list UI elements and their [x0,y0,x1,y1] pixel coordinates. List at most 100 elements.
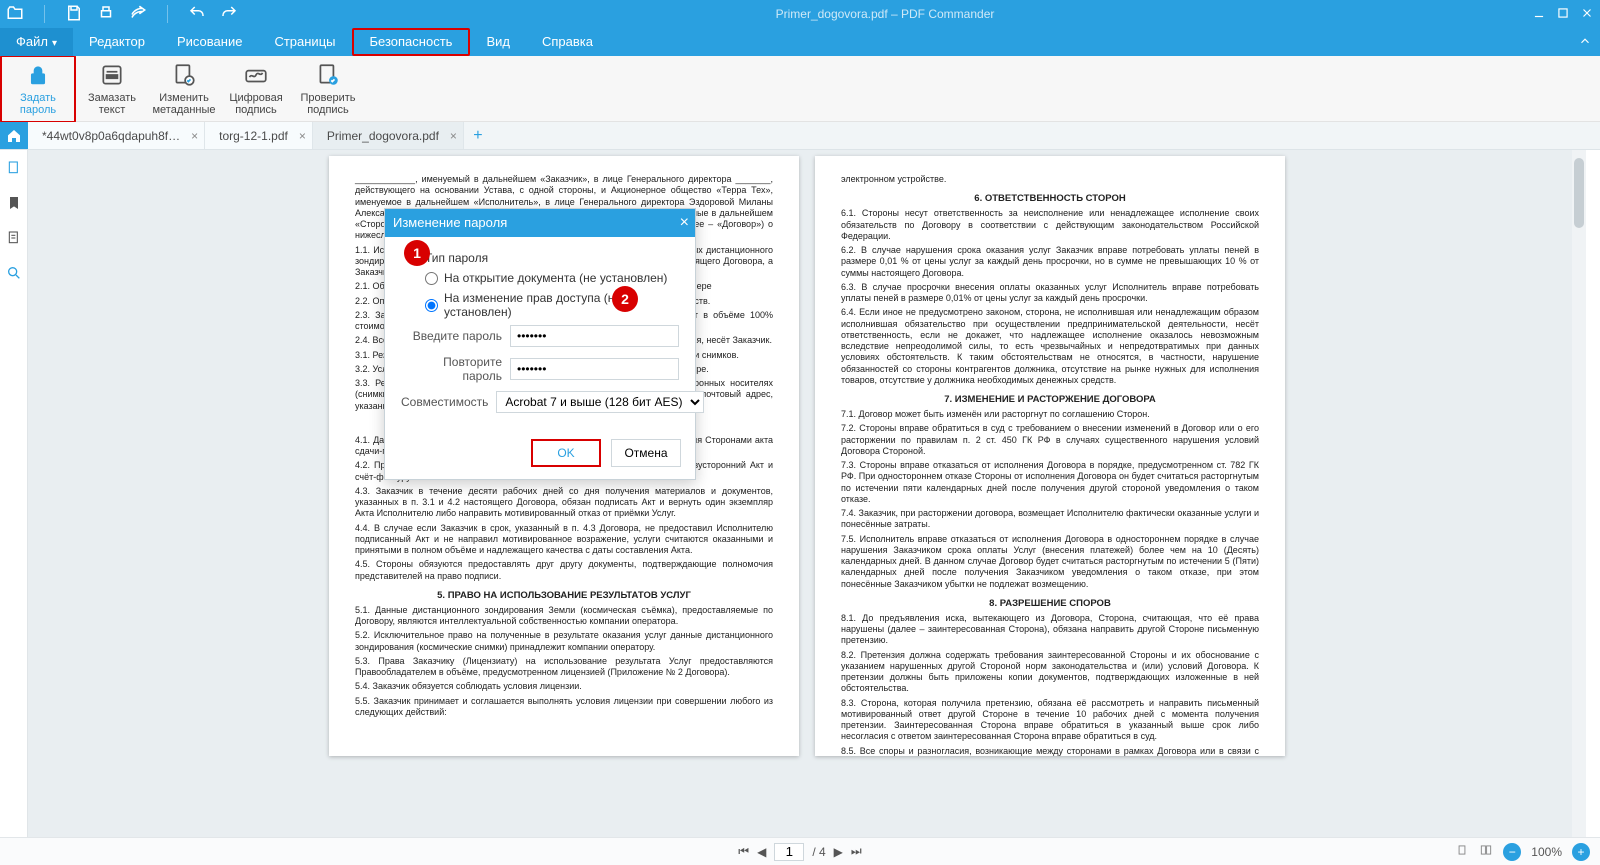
zoom-out-button[interactable]: − [1503,843,1521,861]
doc-text: 6.2. В случае нарушения срока оказания у… [841,245,1259,279]
document-viewport[interactable]: ____________, именуемый в дальнейшем «За… [28,150,1586,837]
ribbon-set-password[interactable]: Задать пароль [2,57,74,121]
tab-doc-3[interactable]: Primer_dogovora.pdf × [313,122,464,149]
tab-close-icon[interactable]: × [450,129,457,143]
tab-strip: *44wt0v8p0a6qdapuh8f…× torg-12-1.pdf× Pr… [0,122,1600,150]
menu-security[interactable]: Безопасность [352,28,471,56]
annotation-1: 1 [404,240,430,266]
nav-prev-icon[interactable]: ◀ [757,845,766,859]
doc-heading: 6. ОТВЕТСТВЕННОСТЬ СТОРОН [841,193,1259,204]
cancel-button[interactable]: Отмена [611,439,681,467]
doc-heading: 5. ПРАВО НА ИСПОЛЬЗОВАНИЕ РЕЗУЛЬТАТОВ УС… [355,590,773,601]
doc-text: электронном устройстве. [841,174,1259,185]
ribbon-digital-sign[interactable]: Цифровая подпись [220,57,292,121]
menu-view[interactable]: Вид [470,28,526,56]
redo-icon[interactable] [220,4,238,25]
vertical-scrollbar[interactable] [1572,150,1586,837]
left-sidebar [0,150,28,837]
annotation-2: 2 [612,286,638,312]
minimize-icon[interactable] [1532,6,1546,23]
radio-label: На открытие документа (не установлен) [444,271,667,285]
ribbon-label: Задать пароль [20,92,56,116]
close-icon[interactable] [1580,6,1594,23]
save-icon[interactable] [65,4,83,25]
tab-close-icon[interactable]: × [191,129,198,143]
view-single-icon[interactable] [1455,843,1469,860]
menu-editor[interactable]: Редактор [73,28,161,56]
menu-help[interactable]: Справка [526,28,609,56]
collapse-ribbon-icon[interactable] [1578,34,1592,51]
tab-close-icon[interactable]: × [299,129,306,143]
doc-text: 8.5. Все споры и разногласия, возникающи… [841,746,1259,757]
separator [167,5,168,23]
repeat-password-input[interactable] [510,358,679,380]
zoom-in-button[interactable]: + [1572,843,1590,861]
redact-icon [99,62,125,88]
search-icon[interactable] [6,265,22,286]
ribbon: Задать пароль Замазать текст Изменить ме… [0,56,1600,122]
change-password-dialog: Изменение пароля × Тип пароля На открыти… [384,208,696,480]
doc-heading: 8. РАЗРЕШЕНИЕ СПОРОВ [841,598,1259,609]
ribbon-label: Цифровая подпись [229,92,282,116]
bookmarks-icon[interactable] [6,195,22,216]
tab-add-button[interactable]: + [464,122,492,149]
radio-label: На изменение прав доступа (не установлен… [444,291,679,319]
radio-perm-input[interactable] [425,299,438,312]
ribbon-label: Изменить метаданные [152,92,215,116]
doc-text: 7.2. Стороны вправе обратиться в суд с т… [841,423,1259,457]
tab-label: Primer_dogovora.pdf [327,129,439,143]
undo-icon[interactable] [188,4,206,25]
doc-text: 4.3. Заказчик в течение десяти рабочих д… [355,486,773,520]
ribbon-verify-sign[interactable]: Проверить подпись [292,57,364,121]
ribbon-label: Замазать текст [88,92,136,116]
ribbon-redact-text[interactable]: Замазать текст [76,57,148,121]
doc-text: 5.3. Права Заказчику (Лицензиату) на исп… [355,656,773,679]
page-navigator: ⏮ ◀ / 4 ▶ ⏭ [738,843,861,861]
radio-permissions[interactable]: На изменение прав доступа (не установлен… [425,291,679,319]
dialog-title: Изменение пароля [393,215,507,230]
dialog-close-icon[interactable]: × [680,209,689,237]
menu-draw[interactable]: Рисование [161,28,258,56]
home-button[interactable] [0,122,28,149]
doc-text: 7.1. Договор может быть изменён или раст… [841,409,1259,420]
nav-first-icon[interactable]: ⏮ [738,844,749,859]
doc-heading: 7. ИЗМЕНЕНИЕ И РАСТОРЖЕНИЕ ДОГОВОРА [841,394,1259,405]
lock-icon [25,62,51,88]
scrollbar-thumb[interactable] [1574,158,1584,228]
nav-next-icon[interactable]: ▶ [834,845,843,859]
open-icon[interactable] [6,4,24,25]
menu-file[interactable]: Файл [0,28,73,56]
status-bar: ⏮ ◀ / 4 ▶ ⏭ − 100% + [0,837,1600,865]
doc-text: 5.4. Заказчик обязуется соблюдать услови… [355,681,773,692]
view-facing-icon[interactable] [1479,843,1493,860]
tab-doc-2[interactable]: torg-12-1.pdf× [205,122,313,149]
page-input[interactable] [774,843,804,861]
password-type-label: Тип пароля [425,251,679,265]
nav-last-icon[interactable]: ⏭ [851,844,862,859]
doc-text: 4.4. В случае если Заказчик в срок, указ… [355,523,773,557]
tab-doc-1[interactable]: *44wt0v8p0a6qdapuh8f…× [28,122,205,149]
doc-text: 8.2. Претензия должна содержать требован… [841,650,1259,695]
thumbnails-icon[interactable] [6,160,22,181]
radio-open-document[interactable]: На открытие документа (не установлен) [425,271,679,285]
share-icon[interactable] [129,4,147,25]
dialog-titlebar[interactable]: Изменение пароля × [385,209,695,237]
ok-button[interactable]: OK [531,439,601,467]
doc-text: 5.1. Данные дистанционного зондирования … [355,605,773,628]
attachments-icon[interactable] [6,230,22,251]
print-icon[interactable] [97,4,115,25]
ribbon-edit-metadata[interactable]: Изменить метаданные [148,57,220,121]
menu-pages[interactable]: Страницы [258,28,351,56]
verify-icon [315,62,341,88]
radio-open-input[interactable] [425,272,438,285]
doc-text: 8.1. До предъявления иска, вытекающего и… [841,613,1259,647]
page-right: электронном устройстве. 6. ОТВЕТСТВЕННОС… [815,156,1285,756]
doc-text: 7.3. Стороны вправе отказаться от исполн… [841,460,1259,505]
maximize-icon[interactable] [1556,6,1570,23]
compat-label: Совместимость [401,395,488,409]
enter-password-input[interactable] [510,325,679,347]
doc-text: 6.1. Стороны несут ответственность за не… [841,208,1259,242]
compat-select[interactable]: Acrobat 7 и выше (128 бит AES) [496,391,704,413]
metadata-icon [171,62,197,88]
page-total: / 4 [812,845,825,859]
